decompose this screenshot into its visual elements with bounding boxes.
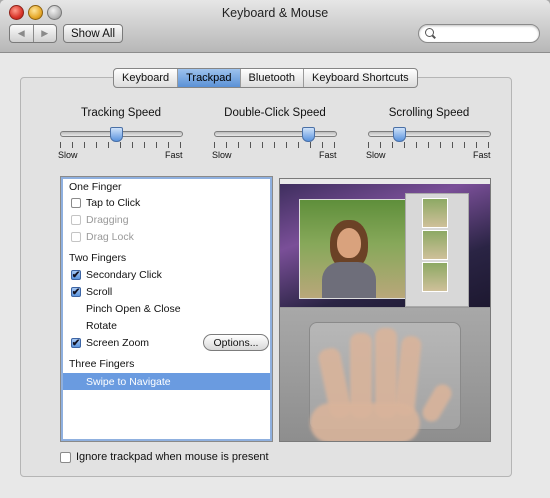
pinch-open-close-label: Pinch Open & Close [86, 303, 181, 315]
ignore-trackpad-checkbox[interactable] [60, 451, 71, 463]
group-header-three-fingers: Three Fingers [69, 358, 135, 370]
search-field[interactable] [418, 24, 540, 43]
list-item-dragging: Dragging [71, 212, 129, 228]
scrolling-speed-ticks [368, 142, 489, 148]
list-item-secondary-click[interactable]: ✔ Secondary Click [71, 267, 162, 283]
preview-sidepane [405, 193, 469, 307]
tap-to-click-label: Tap to Click [86, 197, 141, 209]
list-item-tap-to-click[interactable]: Tap to Click [71, 195, 140, 211]
back-forward-group: ◀ ▶ [9, 24, 57, 43]
drag-lock-checkbox [71, 232, 81, 242]
tracking-speed-ticks [60, 142, 181, 148]
secondary-click-label: Secondary Click [86, 269, 162, 281]
group-header-two-fingers: Two Fingers [69, 252, 127, 264]
tracking-speed-knob[interactable] [110, 127, 123, 142]
search-input[interactable] [439, 26, 537, 42]
gesture-preview [279, 178, 491, 442]
double-click-speed-max: Fast [319, 150, 337, 160]
scrolling-speed-min: Slow [366, 150, 386, 160]
window-title: Keyboard & Mouse [221, 6, 329, 20]
group-header-one-finger: One Finger [69, 181, 122, 193]
list-item-scroll[interactable]: ✔ Scroll [71, 284, 112, 300]
double-click-speed-ticks [214, 142, 335, 148]
tracking-speed-min: Slow [58, 150, 78, 160]
list-item-screen-zoom[interactable]: ✔ Screen Zoom [71, 335, 149, 351]
scrolling-speed-knob[interactable] [393, 127, 406, 142]
gesture-list: One Finger Tap to Click Dragging Drag Lo… [60, 176, 273, 442]
scrolling-speed-max: Fast [473, 150, 491, 160]
tab-trackpad[interactable]: Trackpad [177, 69, 240, 87]
scrolling-speed-slider[interactable] [368, 131, 491, 137]
tab-keyboard[interactable]: Keyboard [114, 69, 177, 87]
scrolling-speed-label: Scrolling Speed [388, 107, 470, 119]
ignore-trackpad-option[interactable]: Ignore trackpad when mouse is present [60, 451, 269, 463]
title-bar: Keyboard & Mouse ◀ ▶ Show All [0, 0, 550, 53]
list-item-drag-lock: Drag Lock [71, 229, 134, 245]
rotate-label: Rotate [86, 320, 117, 332]
swipe-to-navigate-label: Swipe to Navigate [86, 376, 171, 388]
back-button[interactable]: ◀ [10, 25, 33, 42]
tab-bar: Keyboard Trackpad Bluetooth Keyboard Sho… [113, 68, 418, 88]
dragging-label: Dragging [86, 214, 129, 226]
tracking-speed-label: Tracking Speed [80, 107, 162, 119]
screen-zoom-label: Screen Zoom [86, 337, 150, 349]
tap-to-click-checkbox[interactable] [71, 198, 81, 208]
list-item-pinch-open-close[interactable]: Pinch Open & Close [86, 301, 181, 317]
preferences-window: Keyboard & Mouse ◀ ▶ Show All Keyboard T… [0, 0, 550, 498]
scroll-checkbox[interactable]: ✔ [71, 287, 81, 298]
double-click-speed-knob[interactable] [302, 127, 315, 142]
double-click-speed-slider[interactable] [214, 131, 337, 137]
palm [310, 403, 420, 441]
double-click-speed-min: Slow [212, 150, 232, 160]
double-click-speed-label: Double-Click Speed [224, 107, 326, 119]
preview-desktop [280, 179, 490, 307]
ignore-trackpad-label: Ignore trackpad when mouse is present [76, 451, 269, 463]
options-button[interactable]: Options... [203, 334, 269, 351]
tab-bluetooth[interactable]: Bluetooth [239, 69, 303, 87]
list-item-rotate[interactable]: Rotate [86, 318, 117, 334]
dragging-checkbox [71, 215, 81, 225]
scroll-label: Scroll [86, 286, 113, 298]
screen-zoom-checkbox[interactable]: ✔ [71, 338, 81, 349]
preview-trackpad [280, 308, 490, 441]
forward-button[interactable]: ▶ [32, 25, 57, 42]
preview-photo [299, 199, 407, 299]
secondary-click-checkbox[interactable]: ✔ [71, 270, 81, 281]
tracking-speed-max: Fast [165, 150, 183, 160]
show-all-button[interactable]: Show All [63, 24, 123, 43]
preview-menubar [280, 179, 490, 184]
search-icon [425, 28, 434, 37]
list-item-swipe-to-navigate[interactable]: Swipe to Navigate [86, 374, 171, 390]
drag-lock-label: Drag Lock [86, 231, 134, 243]
tab-keyboard-shortcuts[interactable]: Keyboard Shortcuts [303, 69, 417, 87]
